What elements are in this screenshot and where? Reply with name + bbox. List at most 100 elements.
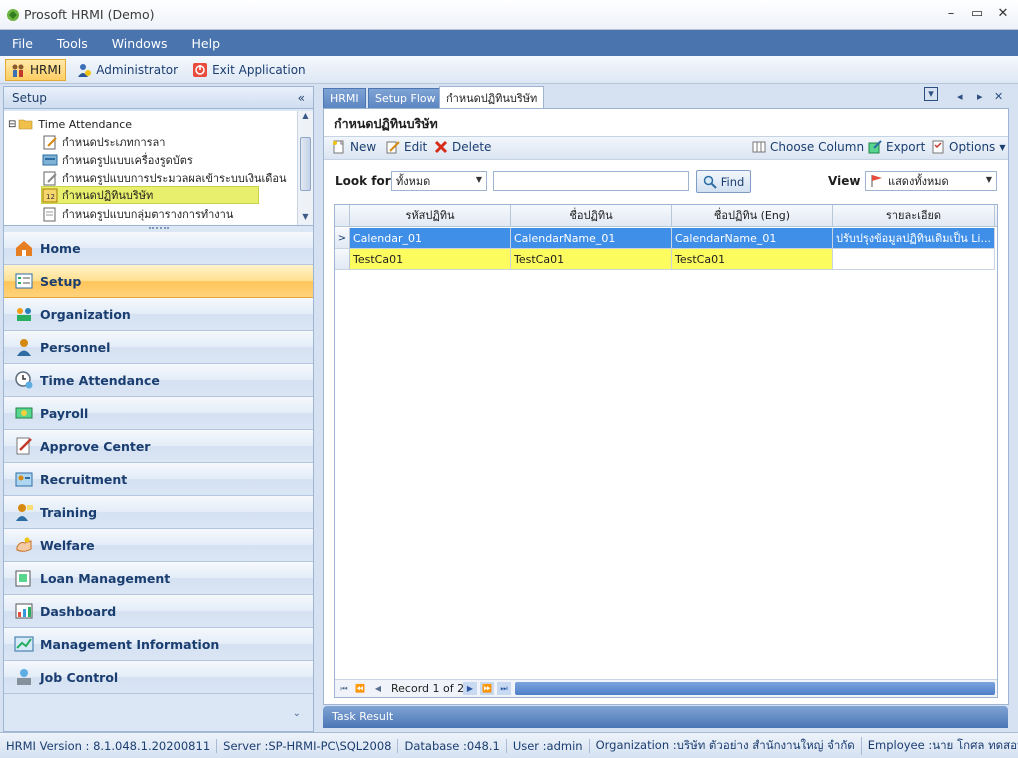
cell-calendar-name[interactable]: TestCa01	[511, 249, 672, 270]
tab-company-calendar[interactable]: กำหนดปฏิทินบริษัท	[439, 86, 545, 108]
tree-item-label: กำหนดรูปแบบการประมวลผลเข้าระบบเงินเดือน	[62, 172, 287, 185]
nav-personnel[interactable]: Personnel	[4, 331, 313, 364]
power-icon	[193, 62, 208, 77]
tree-item[interactable]: กำหนดรูปแบบการประมวลผลเข้าระบบเงินเดือน	[42, 169, 287, 187]
nav-setup[interactable]: Setup	[4, 265, 313, 298]
nav-dashboard[interactable]: Dashboard	[4, 595, 313, 628]
tab-setup-flow[interactable]: Setup Flow	[368, 88, 443, 108]
cell-calendar-code[interactable]: TestCa01	[350, 249, 511, 270]
column-header-detail[interactable]: รายละเอียด	[833, 205, 995, 227]
cell-calendar-name-eng[interactable]: TestCa01	[672, 249, 833, 270]
find-button[interactable]: Find	[696, 170, 751, 193]
exit-label: Exit Application	[212, 62, 306, 77]
tab-list-dropdown-icon[interactable]: ▾	[924, 87, 938, 101]
choose-column-button[interactable]: Choose Column	[752, 140, 864, 154]
edit-button[interactable]: Edit	[386, 140, 427, 154]
home-icon	[16, 241, 32, 256]
hrmi-label: HRMI	[30, 62, 62, 77]
tab-close-icon[interactable]: ✕	[994, 90, 1003, 103]
cell-detail[interactable]: ปรับปรุงข้อมูลปฏิทินเดิมเป็น Li...	[833, 228, 995, 249]
nav-management-information[interactable]: Management Information	[4, 628, 313, 661]
nav-label: Payroll	[40, 405, 89, 421]
prev-page-icon[interactable]: ⏪	[353, 682, 367, 695]
cell-detail[interactable]	[833, 249, 995, 270]
look-for-label: Look for	[335, 174, 391, 188]
nav-home[interactable]: Home	[4, 232, 313, 265]
scroll-down-icon[interactable]: ▼	[298, 212, 313, 225]
close-button[interactable]: ✕	[996, 6, 1010, 22]
options-button[interactable]: Options ▼	[931, 140, 1005, 154]
column-header-calendar-name[interactable]: ชื่อปฏิทิน	[511, 205, 672, 227]
nav-label: Training	[40, 504, 98, 520]
tree-item[interactable]: กำหนดรูปแบบเครื่องรูดบัตร	[42, 151, 193, 169]
chevron-down-icon: ▼	[985, 175, 992, 184]
delete-button[interactable]: Delete	[434, 140, 491, 154]
column-header-calendar-code[interactable]: รหัสปฏิทิน	[350, 205, 511, 227]
nav-organization[interactable]: Organization	[4, 298, 313, 331]
nav-payroll[interactable]: Payroll	[4, 397, 313, 430]
prev-record-icon[interactable]: ◀	[371, 682, 385, 695]
next-page-icon[interactable]: ⏩	[480, 682, 494, 695]
task-result-panel[interactable]: Task Result	[323, 706, 1008, 728]
view-label: View	[828, 174, 861, 188]
horizontal-scrollbar[interactable]	[515, 682, 995, 695]
tab-prev-icon[interactable]: ◂	[957, 90, 963, 103]
more-modules-chevron-icon[interactable]: ⌄	[4, 699, 313, 729]
first-record-icon[interactable]: ⏮	[337, 682, 351, 695]
exit-application-button[interactable]: Exit Application	[188, 59, 310, 81]
cell-calendar-code[interactable]: Calendar_01	[350, 228, 511, 249]
hrmi-button[interactable]: HRMI	[5, 58, 67, 81]
nav-time-attendance[interactable]: Time Attendance	[4, 364, 313, 397]
table-row[interactable]: > Calendar_01 CalendarName_01 CalendarNa…	[335, 228, 997, 249]
tree-item[interactable]: กำหนดรูปแบบกลุ่มตารางการทำงาน	[42, 205, 233, 223]
table-row[interactable]: TestCa01 TestCa01 TestCa01	[335, 249, 997, 270]
person-icon	[17, 339, 31, 356]
people-icon	[12, 64, 24, 77]
collapse-panel-button[interactable]: «	[298, 91, 305, 105]
menu-windows[interactable]: Windows	[112, 36, 168, 51]
tree-node-time-attendance[interactable]: ⊟ Time Attendance	[8, 115, 132, 133]
menu-file[interactable]: File	[12, 36, 33, 51]
minimize-button[interactable]: –	[944, 6, 958, 22]
nav-job-control[interactable]: Job Control	[4, 661, 313, 694]
tree-item[interactable]: กำหนดประเภทการลา	[42, 133, 165, 151]
export-button[interactable]: Export	[868, 140, 925, 154]
look-for-dropdown[interactable]: ทั้งหมด ▼	[391, 171, 487, 191]
svg-text:12: 12	[46, 193, 55, 201]
last-record-icon[interactable]: ⏭	[497, 682, 511, 695]
tab-next-icon[interactable]: ▸	[977, 90, 983, 103]
tree-item-selected[interactable]: 12 กำหนดปฏิทินบริษัท	[41, 186, 259, 204]
cell-calendar-name[interactable]: CalendarName_01	[511, 228, 672, 249]
view-dropdown[interactable]: แสดงทั้งหมด ▼	[865, 171, 997, 191]
approve-document-icon	[16, 437, 32, 455]
menu-help[interactable]: Help	[192, 36, 221, 51]
column-header-calendar-name-eng[interactable]: ชื่อปฏิทิน (Eng)	[672, 205, 833, 227]
tree-collapse-icon[interactable]: ⊟	[8, 119, 16, 130]
nav-training[interactable]: Training	[4, 496, 313, 529]
next-record-icon[interactable]: ▶	[463, 682, 477, 695]
nav-label: Dashboard	[40, 603, 117, 619]
tab-label: Setup Flow	[375, 92, 436, 105]
nav-approve-center[interactable]: Approve Center	[4, 430, 313, 463]
menu-tools[interactable]: Tools	[57, 36, 88, 51]
cell-calendar-name-eng[interactable]: CalendarName_01	[672, 228, 833, 249]
window-title: Prosoft HRMI (Demo)	[24, 7, 155, 22]
record-count: Record 1 of 2	[391, 682, 465, 695]
restore-button[interactable]: ▭	[970, 6, 984, 22]
nav-label: Approve Center	[40, 438, 151, 454]
nav-label: Time Attendance	[40, 372, 160, 388]
panel-splitter[interactable]	[149, 227, 169, 230]
user-admin-icon	[78, 63, 92, 77]
tree-scrollbar[interactable]: ▲ ▼	[297, 111, 313, 225]
search-input[interactable]	[493, 171, 689, 191]
scroll-up-icon[interactable]: ▲	[298, 111, 313, 125]
nav-welfare[interactable]: Welfare	[4, 529, 313, 562]
status-bar: HRMI Version : 8.1.048.1.20200811 Server…	[0, 732, 1018, 758]
nav-recruitment[interactable]: Recruitment	[4, 463, 313, 496]
loan-icon	[15, 570, 31, 587]
scroll-thumb[interactable]	[300, 137, 311, 191]
administrator-button[interactable]: Administrator	[72, 59, 182, 81]
tab-hrmi[interactable]: HRMI	[323, 88, 366, 108]
new-button[interactable]: New	[332, 140, 376, 154]
nav-loan-management[interactable]: Loan Management	[4, 562, 313, 595]
